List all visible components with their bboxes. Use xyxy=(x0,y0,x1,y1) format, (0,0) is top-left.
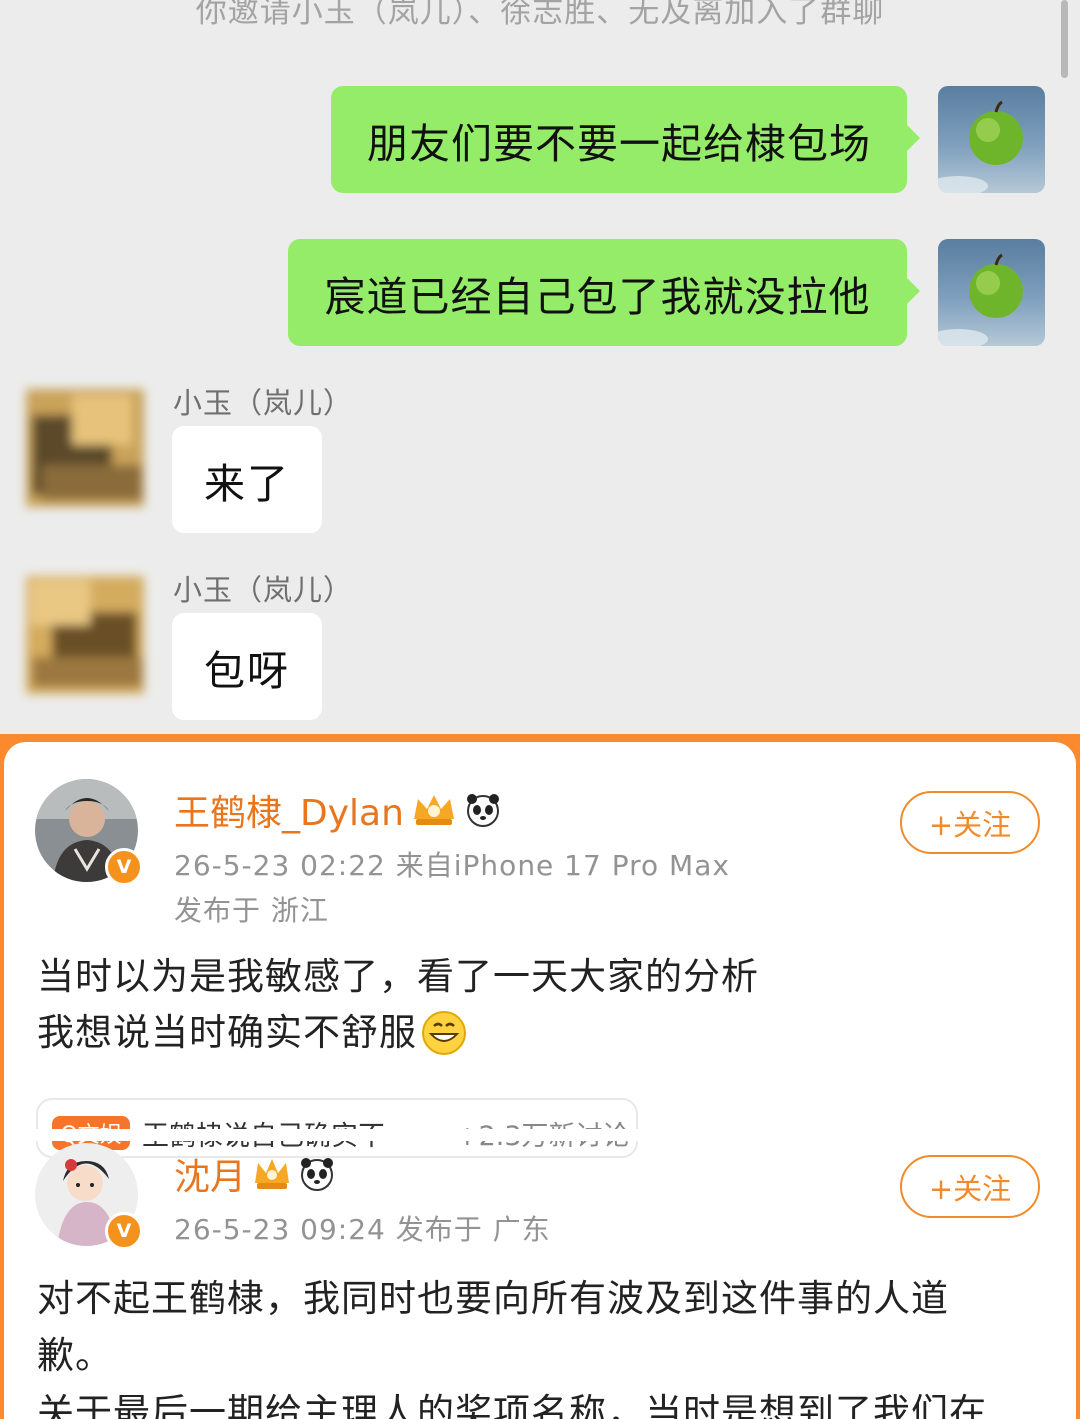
post-divider xyxy=(4,1129,1076,1141)
sender-name: 小玉（岚儿） xyxy=(173,386,354,420)
post-time-location: 26-5-23 09:24 发布于 广东 xyxy=(174,1213,551,1246)
post-text-line: 对不起王鹤棣，我同时也要向所有波及到这件事的人道 xyxy=(37,1277,949,1320)
panda-icon xyxy=(466,794,499,827)
username-text[interactable]: 王鹤棣_Dylan xyxy=(174,784,404,836)
hot-topic-card[interactable]: Q文娱 王鹤棣说自己确实不 +2.3万新讨论 xyxy=(36,1098,638,1158)
blurred-avatar[interactable] xyxy=(12,562,157,707)
chat-window: 你邀请小玉（岚儿）、徐志胜、无及离加入了群聊 朋友们要不要一起给棣包场 宸道已经… xyxy=(0,0,1080,742)
blurred-avatar-image xyxy=(26,389,144,507)
post-location: 发布于 浙江 xyxy=(174,894,329,927)
post-card: V 王鹤棣_Dylan 26-5-23 02:22 来自iPhone 17 Pr… xyxy=(4,742,1076,1419)
message-bubble-received[interactable]: 来了 xyxy=(172,426,322,533)
crown-vip-icon xyxy=(255,1159,290,1189)
follow-button[interactable]: +关注 xyxy=(900,791,1040,854)
verified-badge-icon: V xyxy=(105,848,143,886)
apple-icon xyxy=(938,253,1023,346)
message-bubble-received[interactable]: 包呀 xyxy=(172,613,322,720)
post-text-line-with-emoji: 我想说当时确实不舒服 xyxy=(37,1004,467,1061)
message-bubble-sent[interactable]: 宸道已经自己包了我就没拉他 xyxy=(288,239,920,346)
post-text-line: 歉。 xyxy=(37,1334,113,1377)
system-notice: 你邀请小玉（岚儿）、徐志胜、无及离加入了群聊 xyxy=(195,0,885,30)
green-apple-avatar[interactable] xyxy=(938,239,1045,346)
sender-name: 小玉（岚儿） xyxy=(173,573,354,607)
post-text-line: 当时以为是我敏感了，看了一天大家的分析 xyxy=(37,955,759,998)
weibo-posts-panel: V 王鹤棣_Dylan 26-5-23 02:22 来自iPhone 17 Pr… xyxy=(0,734,1080,1419)
username-text[interactable]: 沈月 xyxy=(174,1148,246,1200)
post-text-line: 关于最后一期给主理人的奖项名称，当时是想到了我们在 xyxy=(37,1391,987,1419)
post-text-line: 我想说当时确实不舒服 xyxy=(37,1011,417,1054)
crown-vip-icon xyxy=(413,795,454,825)
panda-icon xyxy=(301,1158,334,1191)
blurred-avatar[interactable] xyxy=(12,375,157,520)
post-author[interactable]: 王鹤棣_Dylan xyxy=(174,784,502,836)
post-author[interactable]: 沈月 xyxy=(174,1148,336,1200)
apple-icon xyxy=(938,100,1023,193)
follow-button[interactable]: +关注 xyxy=(900,1155,1040,1218)
green-apple-avatar[interactable] xyxy=(938,86,1045,193)
grin-emoji-icon xyxy=(422,1010,466,1055)
post-time-source: 26-5-23 02:22 来自iPhone 17 Pro Max xyxy=(174,849,730,882)
verified-badge-icon: V xyxy=(105,1212,143,1250)
blurred-avatar-image xyxy=(26,576,144,694)
message-bubble-sent[interactable]: 朋友们要不要一起给棣包场 xyxy=(331,86,920,193)
